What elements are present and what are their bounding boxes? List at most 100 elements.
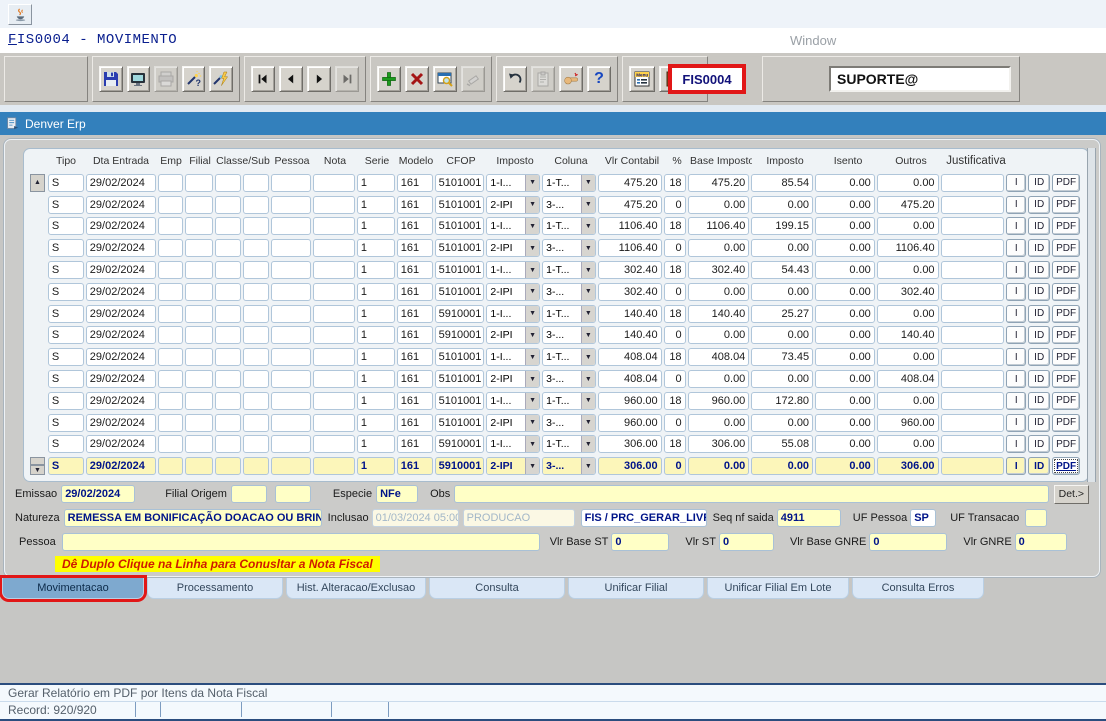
cell-cfop[interactable]: 5101001 (435, 261, 485, 279)
cell-filial[interactable] (185, 392, 213, 410)
cell-serie[interactable]: 1 (357, 348, 395, 366)
cell-nota[interactable] (313, 174, 355, 192)
pdf-button[interactable]: PDF (1052, 305, 1080, 323)
cell-outros[interactable]: 475.20 (877, 196, 939, 214)
cell-modelo[interactable]: 161 (397, 370, 433, 388)
cell-emp[interactable] (158, 348, 184, 366)
imposto-select[interactable]: 1-I...▼ (486, 217, 540, 235)
id-button[interactable]: ID (1028, 283, 1050, 301)
vlr-base-gnre-field[interactable]: 0 (869, 533, 947, 551)
cell-vlr-contabil[interactable]: 140.40 (598, 326, 662, 344)
id-button[interactable]: ID (1028, 196, 1050, 214)
cell-base-imposto[interactable]: 1106.40 (688, 217, 750, 235)
imposto-select[interactable]: 2-IPI▼ (486, 283, 540, 301)
cell-sub[interactable] (243, 370, 269, 388)
cell-pessoa[interactable] (271, 414, 311, 432)
cell-imposto[interactable]: 0.00 (751, 370, 813, 388)
user-field[interactable]: SUPORTE@ (829, 66, 1011, 92)
coluna-select[interactable]: 3-...▼ (542, 326, 596, 344)
id-button[interactable]: ID (1028, 261, 1050, 279)
hand-help-button[interactable] (559, 66, 583, 92)
cell-tipo[interactable]: S (48, 283, 84, 301)
pdf-button[interactable]: PDF (1052, 217, 1080, 235)
cell-serie[interactable]: 1 (357, 174, 395, 192)
cell-emp[interactable] (158, 174, 184, 192)
cell-tipo[interactable]: S (48, 326, 84, 344)
cell-isento[interactable]: 0.00 (815, 283, 875, 301)
cell-isento[interactable]: 0.00 (815, 174, 875, 192)
cell-pessoa[interactable] (271, 305, 311, 323)
cell-percent[interactable]: 18 (664, 435, 686, 453)
print-button[interactable] (154, 66, 178, 92)
cell-emp[interactable] (158, 239, 184, 257)
cell-dta-entrada[interactable]: 29/02/2024 (86, 196, 156, 214)
pdf-button[interactable]: PDF (1052, 414, 1080, 432)
cell-dta-entrada[interactable]: 29/02/2024 (86, 348, 156, 366)
cell-imposto[interactable]: 73.45 (751, 348, 813, 366)
cell-sub[interactable] (243, 305, 269, 323)
cell-base-imposto[interactable]: 0.00 (688, 457, 750, 475)
cell-vlr-contabil[interactable]: 306.00 (598, 435, 662, 453)
cell-cfop[interactable]: 5910001 (435, 305, 485, 323)
last-record-button[interactable] (335, 66, 359, 92)
cell-classe[interactable] (215, 392, 241, 410)
pdf-button[interactable]: PDF (1052, 196, 1080, 214)
cell-pessoa[interactable] (271, 326, 311, 344)
cell-classe[interactable] (215, 196, 241, 214)
cell-modelo[interactable]: 161 (397, 283, 433, 301)
cell-pessoa[interactable] (271, 261, 311, 279)
cell-modelo[interactable]: 161 (397, 348, 433, 366)
cell-serie[interactable]: 1 (357, 326, 395, 344)
uf-transacao-field[interactable] (1025, 509, 1047, 527)
cell-sub[interactable] (243, 457, 269, 475)
cell-emp[interactable] (158, 457, 184, 475)
coluna-select[interactable]: 1-T...▼ (542, 217, 596, 235)
coluna-select[interactable]: 1-T...▼ (542, 392, 596, 410)
cell-cfop[interactable]: 5910001 (435, 326, 485, 344)
previous-record-button[interactable] (279, 66, 303, 92)
coluna-select[interactable]: 1-T...▼ (542, 348, 596, 366)
cell-classe[interactable] (215, 217, 241, 235)
cell-imposto[interactable]: 0.00 (751, 196, 813, 214)
cell-classe[interactable] (215, 326, 241, 344)
cell-dta-entrada[interactable]: 29/02/2024 (86, 457, 156, 475)
cell-base-imposto[interactable]: 302.40 (688, 261, 750, 279)
cancel-query-button[interactable] (461, 66, 485, 92)
cell-isento[interactable]: 0.00 (815, 239, 875, 257)
cell-vlr-contabil[interactable]: 475.20 (598, 174, 662, 192)
cell-filial[interactable] (185, 174, 213, 192)
cell-percent[interactable]: 0 (664, 196, 686, 214)
cell-classe[interactable] (215, 348, 241, 366)
imposto-select[interactable]: 2-IPI▼ (486, 370, 540, 388)
pdf-button[interactable]: PDF (1052, 261, 1080, 279)
cell-imposto[interactable]: 0.00 (751, 457, 813, 475)
cell-pessoa[interactable] (271, 370, 311, 388)
cell-tipo[interactable]: S (48, 174, 84, 192)
cell-sub[interactable] (243, 326, 269, 344)
cell-classe[interactable] (215, 283, 241, 301)
cell-serie[interactable]: 1 (357, 283, 395, 301)
cell-filial[interactable] (185, 370, 213, 388)
cell-cfop[interactable]: 5101001 (435, 217, 485, 235)
cell-tipo[interactable]: S (48, 457, 84, 475)
coluna-select[interactable]: 3-...▼ (542, 196, 596, 214)
cell-emp[interactable] (158, 326, 184, 344)
item-button[interactable]: I (1006, 239, 1026, 257)
cell-isento[interactable]: 0.00 (815, 435, 875, 453)
scroll-thumb[interactable] (30, 457, 45, 465)
obs-field[interactable] (454, 485, 1048, 503)
cell-nota[interactable] (313, 326, 355, 344)
cell-percent[interactable]: 18 (664, 217, 686, 235)
coluna-select[interactable]: 3-...▼ (542, 414, 596, 432)
cell-emp[interactable] (158, 435, 184, 453)
cell-tipo[interactable]: S (48, 239, 84, 257)
item-button[interactable]: I (1006, 392, 1026, 410)
cell-cfop[interactable]: 5101001 (435, 392, 485, 410)
cell-vlr-contabil[interactable]: 475.20 (598, 196, 662, 214)
cell-justificativa[interactable] (941, 174, 1005, 192)
cell-percent[interactable]: 18 (664, 348, 686, 366)
cell-justificativa[interactable] (941, 392, 1005, 410)
cell-isento[interactable]: 0.00 (815, 261, 875, 279)
save-button[interactable] (99, 66, 123, 92)
cell-modelo[interactable]: 161 (397, 217, 433, 235)
